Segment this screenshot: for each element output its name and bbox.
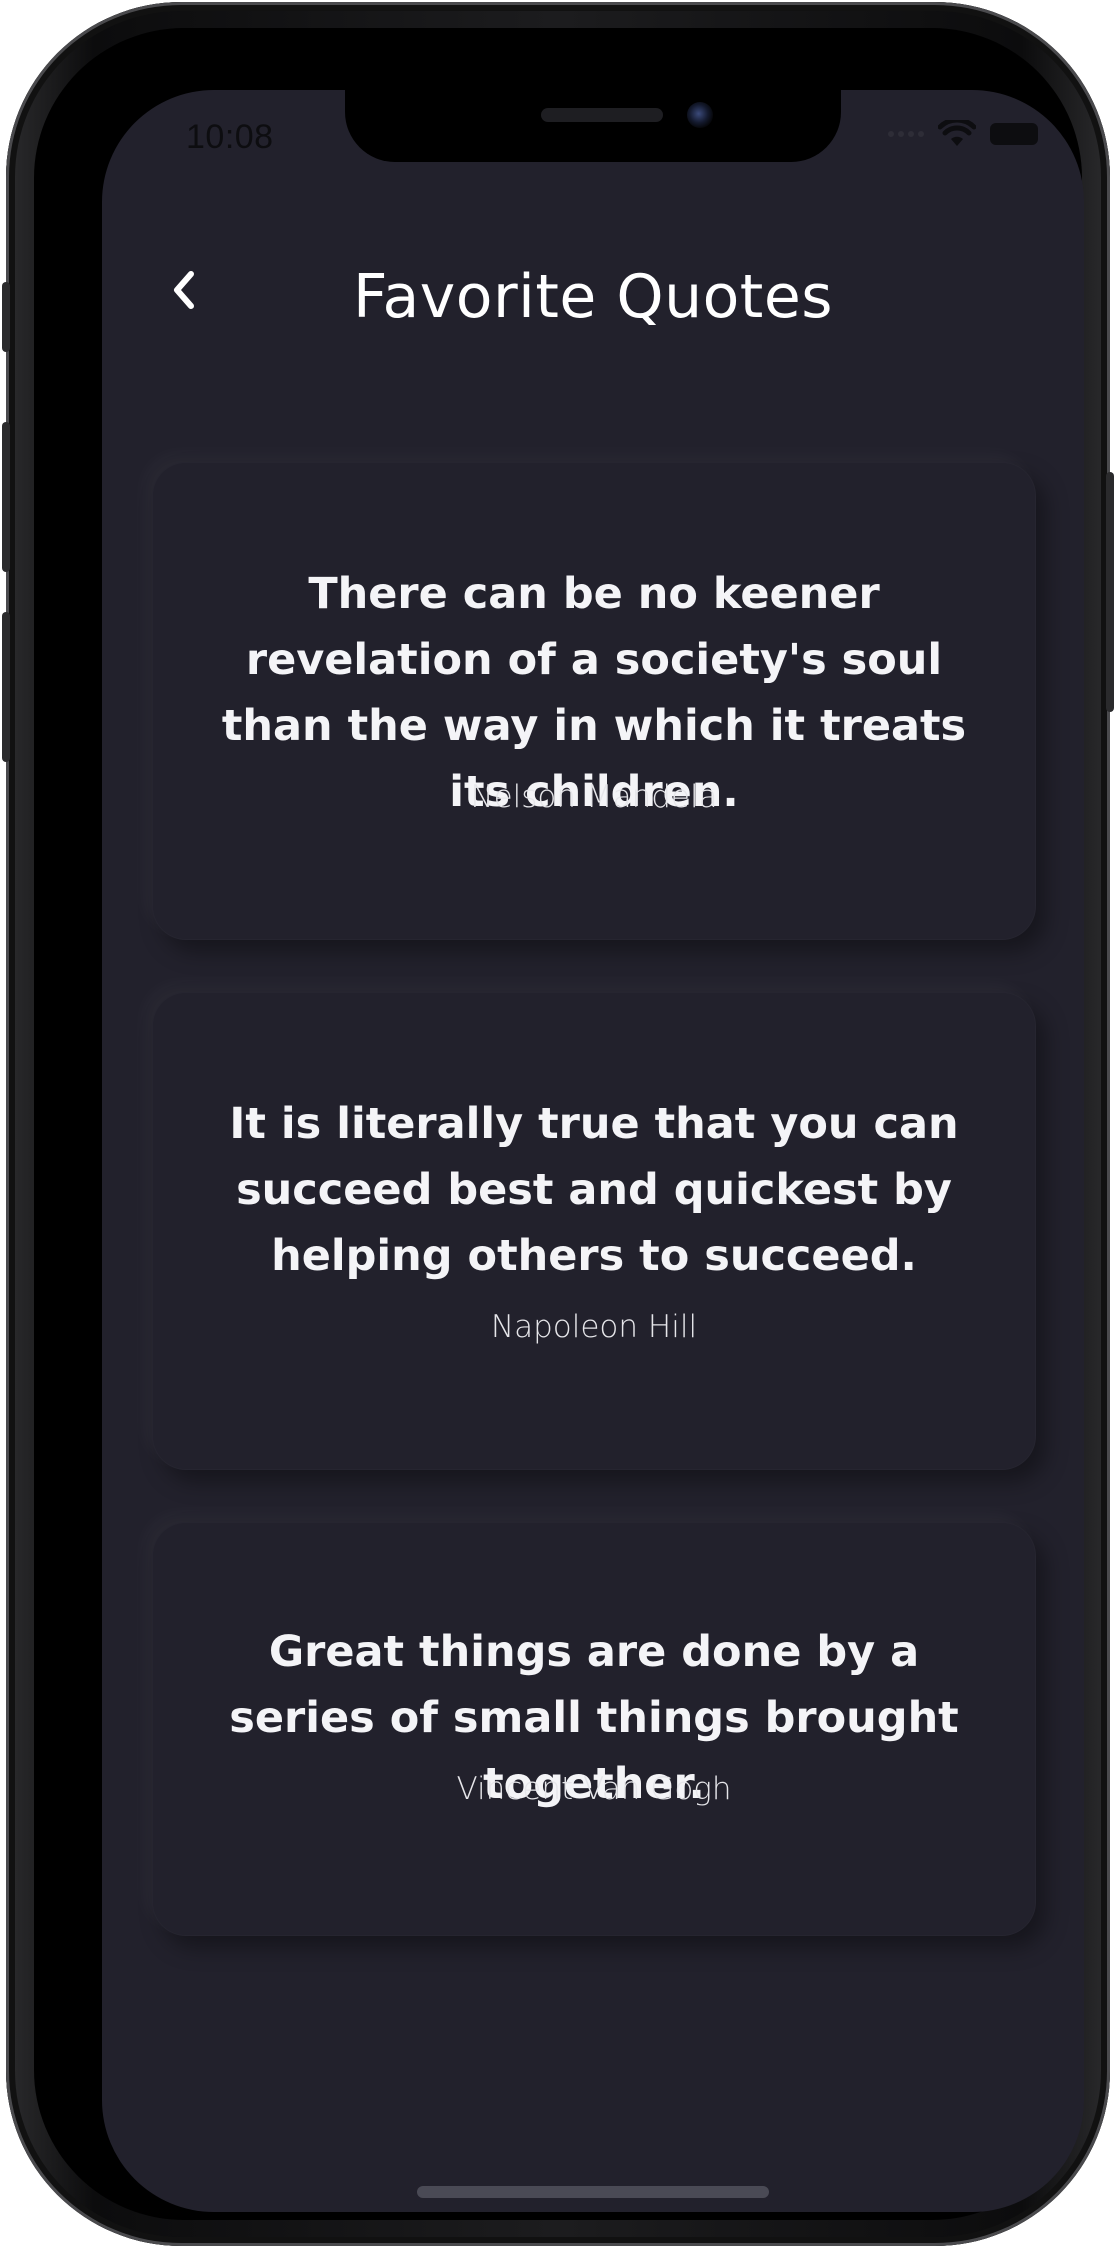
speaker-grille	[541, 108, 663, 122]
quote-card[interactable]: There can be no keener revelation of a s…	[152, 462, 1036, 940]
front-camera	[687, 102, 713, 128]
battery-icon	[990, 123, 1038, 145]
quote-text: It is literally true that you can succee…	[229, 1099, 959, 1281]
quote-author: Vincent Van Gogh	[456, 1771, 732, 1807]
volume-up-button	[2, 422, 10, 572]
quote-card[interactable]: Great things are done by a series of sma…	[152, 1522, 1036, 1936]
mute-switch	[2, 282, 10, 352]
phone-frame: 10:08 Favorite Quotes There can be no ke…	[2, 2, 1114, 2246]
status-time: 10:08	[186, 118, 274, 156]
home-indicator[interactable]	[417, 2186, 769, 2198]
screen-bezel: 10:08 Favorite Quotes There can be no ke…	[34, 28, 1084, 2220]
volume-down-button	[2, 612, 10, 762]
power-button	[1106, 472, 1114, 712]
quote-card[interactable]: It is literally true that you can succee…	[152, 992, 1036, 1470]
quote-author: Napoleon Hill	[490, 1309, 698, 1345]
notch	[345, 90, 841, 162]
wifi-icon	[938, 120, 976, 146]
signal-icon	[888, 131, 924, 137]
quote-author: Nelson Mandela	[470, 779, 718, 815]
app-screen: 10:08 Favorite Quotes There can be no ke…	[102, 90, 1084, 2212]
status-indicators	[888, 120, 1038, 148]
header: Favorite Quotes	[102, 240, 1084, 340]
page-title: Favorite Quotes	[353, 262, 833, 332]
